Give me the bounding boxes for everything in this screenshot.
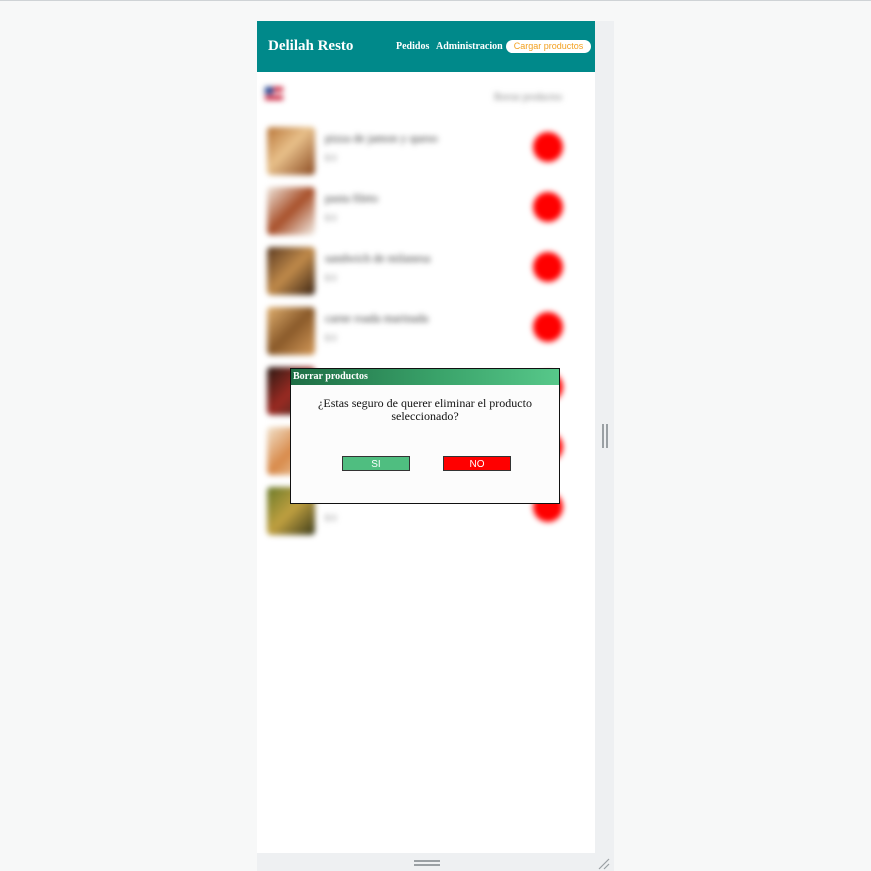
product-price: $ 0 bbox=[325, 153, 337, 163]
delete-product-button[interactable] bbox=[533, 132, 563, 162]
delete-product-button[interactable] bbox=[533, 312, 563, 342]
product-name: carne roada marinada bbox=[325, 311, 429, 325]
app-header: Delilah Resto Pedidos Administracion Car… bbox=[257, 21, 595, 72]
confirm-no-button[interactable]: NO bbox=[443, 456, 511, 471]
product-image bbox=[267, 127, 315, 175]
list-item: pasta fileto $ 0 bbox=[267, 187, 587, 237]
uk-flag-icon[interactable] bbox=[265, 87, 283, 100]
list-item: carne roada marinada $ 0 bbox=[267, 307, 587, 357]
product-name: pasta fileto bbox=[325, 191, 378, 205]
nav-cargar-productos-button[interactable]: Cargar productos bbox=[506, 40, 591, 53]
delete-product-button[interactable] bbox=[533, 192, 563, 222]
product-name: sandwich de milanesa bbox=[325, 251, 431, 265]
delete-confirm-dialog: Borrar productos ¿Estas seguro de querer… bbox=[290, 368, 560, 504]
nav-administracion-link[interactable]: Administracion bbox=[436, 41, 503, 52]
product-price: $ 0 bbox=[325, 333, 337, 343]
delete-product-button[interactable] bbox=[533, 252, 563, 282]
vertical-resize-grip-icon[interactable] bbox=[602, 424, 608, 448]
dialog-message: ¿Estas seguro de querer eliminar el prod… bbox=[318, 396, 532, 423]
product-image bbox=[267, 247, 315, 295]
nav-pedidos-link[interactable]: Pedidos bbox=[396, 41, 429, 52]
list-item: sandwich de milanesa $ 0 bbox=[267, 247, 587, 297]
bottom-resize-bar bbox=[257, 853, 614, 871]
horizontal-resize-grip-icon[interactable] bbox=[414, 860, 440, 866]
resize-corner-icon[interactable] bbox=[597, 857, 610, 870]
dialog-title: Borrar productos bbox=[291, 369, 559, 385]
product-image bbox=[267, 187, 315, 235]
product-image bbox=[267, 307, 315, 355]
product-price: $ 0 bbox=[325, 273, 337, 283]
product-price: $ 0 bbox=[325, 213, 337, 223]
brand-title: Delilah Resto bbox=[268, 38, 354, 54]
list-item: pizza de jamon y queso $ 0 bbox=[267, 127, 587, 177]
product-name: pizza de jamon y queso bbox=[325, 131, 438, 145]
product-price: $ 0 bbox=[325, 513, 337, 523]
list-title: Borrar productos bbox=[494, 92, 563, 103]
confirm-yes-button[interactable]: SI bbox=[342, 456, 410, 471]
top-rule bbox=[0, 0, 871, 1]
